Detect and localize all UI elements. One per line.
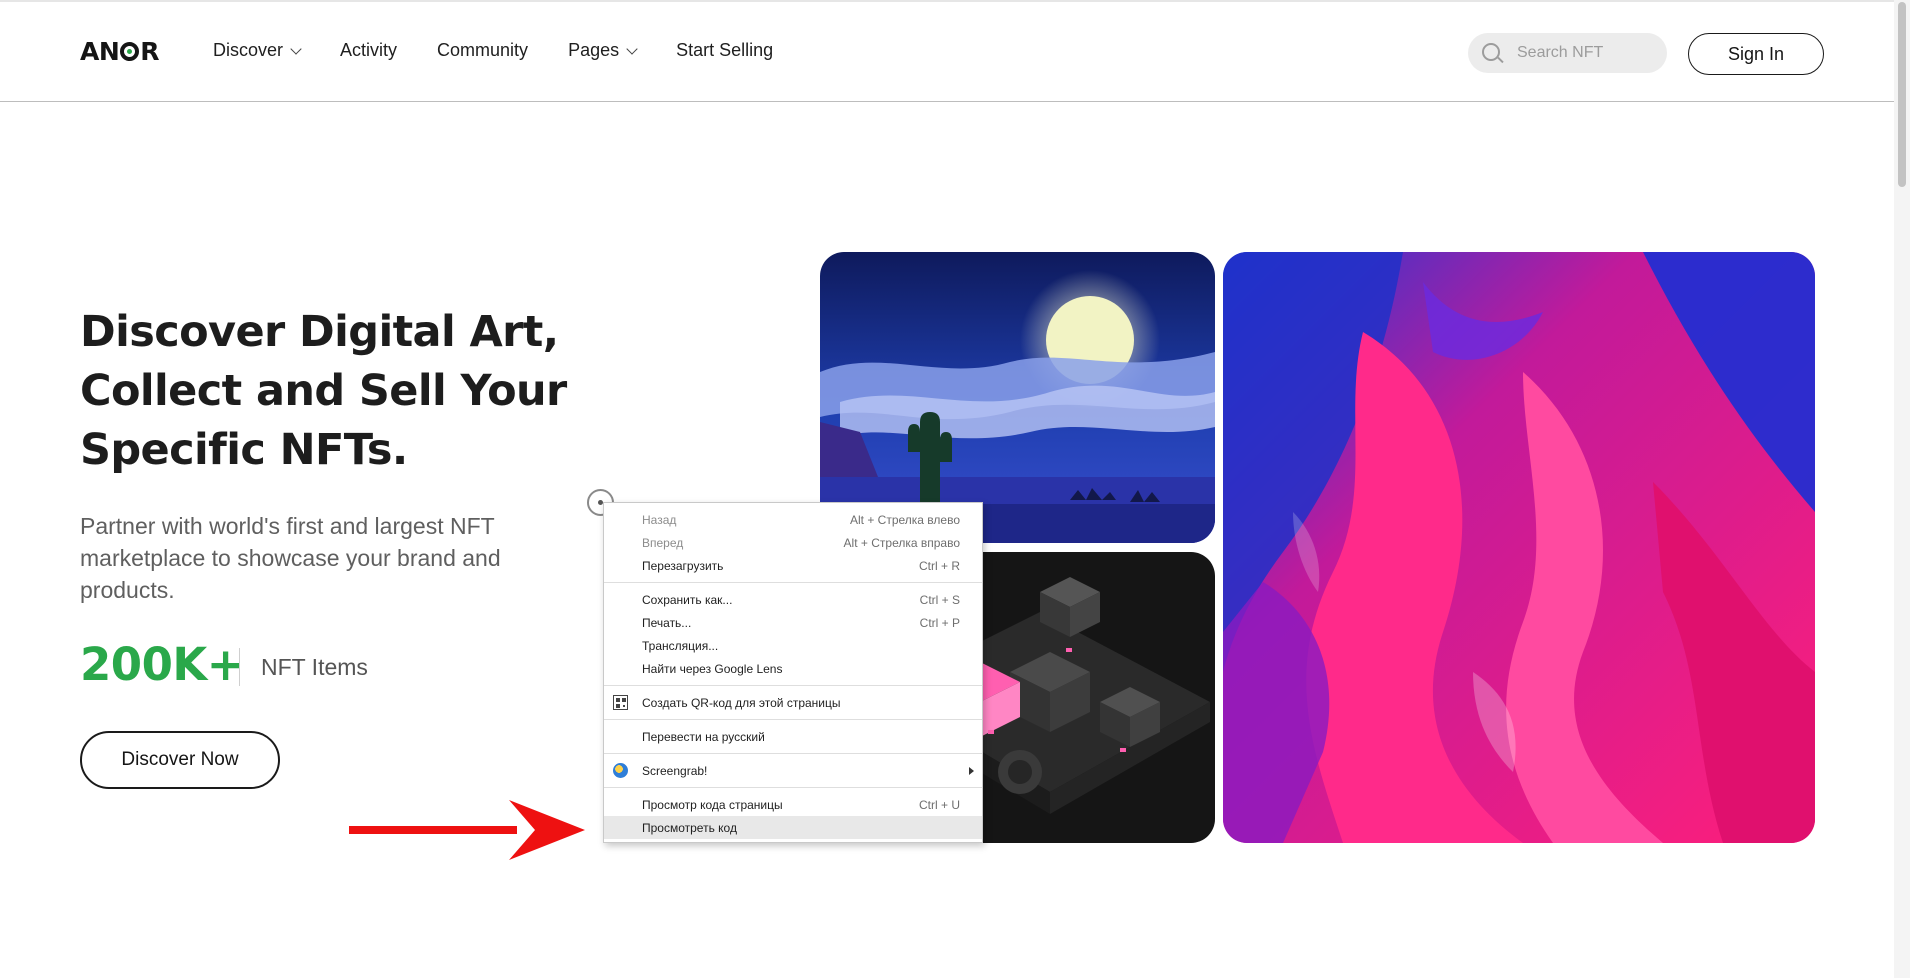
logo-mark-icon: [120, 42, 140, 61]
context-menu-shortcut: Ctrl + R: [918, 558, 960, 573]
stat-divider: [239, 648, 240, 686]
hero-title-line: Specific NFTs.: [80, 425, 408, 475]
qr-code-icon: [613, 695, 628, 710]
artwork-card-abstract[interactable]: [1223, 252, 1815, 843]
context-menu-label: Создать QR-код для этой страницы: [642, 695, 841, 710]
sign-in-button[interactable]: Sign In: [1688, 33, 1824, 75]
hero-title-line: Collect and Sell Your: [80, 366, 567, 416]
nav-item-label: Activity: [340, 40, 398, 60]
context-menu-item[interactable]: Просмотр кода страницы Ctrl + U: [604, 793, 982, 816]
context-menu-label: Перезагрузить: [642, 558, 724, 573]
nav-item-discover[interactable]: Discover: [213, 40, 302, 61]
context-menu-shortcut: Ctrl + U: [918, 797, 960, 812]
context-menu-shortcut: Ctrl + S: [919, 592, 960, 607]
context-menu-label: Трансляция...: [642, 638, 719, 653]
nav-item-community[interactable]: Community: [437, 40, 528, 61]
search-icon: [1482, 43, 1500, 61]
context-menu-label: Печать...: [642, 615, 692, 630]
main-nav: Discover Activity Community Pages Start Sell…: [213, 40, 813, 61]
context-menu-shortcut: Alt + Стрелка влево: [849, 512, 960, 527]
context-menu-shortcut: Ctrl + P: [919, 615, 960, 630]
stat-label: NFT Items: [261, 654, 368, 680]
chevron-down-icon: [290, 42, 302, 55]
context-menu-label: Перевести на русский: [642, 729, 765, 744]
search-box[interactable]: [1468, 33, 1667, 73]
context-menu-item[interactable]: Вперед Alt + Стрелка вправо: [604, 531, 982, 554]
context-menu-item[interactable]: Просмотреть код: [604, 816, 982, 839]
context-menu-label: Найти через Google Lens: [642, 661, 783, 676]
context-menu-item[interactable]: Создать QR-код для этой страницы: [604, 691, 982, 714]
chevron-down-icon: [626, 42, 638, 55]
annotation-arrow-icon: [349, 800, 585, 860]
discover-now-button[interactable]: Discover Now: [80, 731, 280, 789]
nav-item-label: Pages: [568, 40, 620, 60]
site-header: AN R Discover Activity Community Pages Start …: [0, 2, 1894, 102]
context-menu: Назад Alt + Стрелка влево Вперед Alt + Стре…: [603, 502, 983, 843]
context-menu-label: Сохранить как...: [642, 592, 733, 607]
logo[interactable]: AN R: [80, 37, 160, 66]
logo-text-end: R: [140, 37, 160, 66]
hero-title-line: Discover Digital Art,: [80, 307, 559, 357]
context-menu-item[interactable]: Сохранить как... Ctrl + S: [604, 588, 982, 611]
context-menu-label: Просмотреть код: [642, 820, 737, 835]
abstract-paint-artwork: [1223, 252, 1815, 843]
context-menu-separator: [604, 753, 982, 754]
context-menu-label: Назад: [642, 512, 677, 527]
context-menu-label: Вперед: [642, 535, 684, 550]
nav-item-activity[interactable]: Activity: [340, 40, 397, 61]
context-menu-shortcut: Alt + Стрелка вправо: [843, 535, 960, 550]
nav-item-pages[interactable]: Pages: [568, 40, 638, 61]
context-menu-separator: [604, 582, 982, 583]
context-menu-separator: [604, 719, 982, 720]
nav-item-start-selling[interactable]: Start Selling: [676, 40, 773, 61]
context-menu-item[interactable]: Найти через Google Lens: [604, 657, 982, 680]
context-menu-label: Screengrab!: [642, 763, 708, 778]
nav-item-label: Start Selling: [676, 40, 774, 60]
context-menu-item[interactable]: Назад Alt + Стрелка влево: [604, 508, 982, 531]
context-menu-separator: [604, 685, 982, 686]
context-menu-separator: [604, 787, 982, 788]
nav-item-label: Discover: [213, 40, 284, 60]
submenu-arrow-icon: [969, 767, 974, 775]
logo-text-start: AN: [80, 37, 120, 66]
scrollbar-thumb[interactable]: [1898, 2, 1906, 187]
nav-item-label: Community: [437, 40, 529, 60]
context-menu-item[interactable]: Screengrab!: [604, 759, 982, 782]
stat-value: 200K+: [80, 638, 245, 691]
context-menu-item[interactable]: Перевести на русский: [604, 725, 982, 748]
context-menu-label: Просмотр кода страницы: [642, 797, 783, 812]
context-menu-item[interactable]: Печать... Ctrl + P: [604, 611, 982, 634]
artwork-card-desert[interactable]: [820, 252, 1215, 543]
hero-title: Discover Digital Art, Collect and Sell Yo…: [80, 303, 580, 480]
desert-night-artwork: [820, 252, 1215, 543]
context-menu-item[interactable]: Перезагрузить Ctrl + R: [604, 554, 982, 577]
page: AN R Discover Activity Community Pages Start …: [0, 0, 1910, 978]
context-menu-item[interactable]: Трансляция...: [604, 634, 982, 657]
screengrab-icon: [613, 763, 628, 778]
search-input[interactable]: [1517, 33, 1657, 73]
hero-subtitle: Partner with world's first and largest N…: [80, 513, 501, 603]
